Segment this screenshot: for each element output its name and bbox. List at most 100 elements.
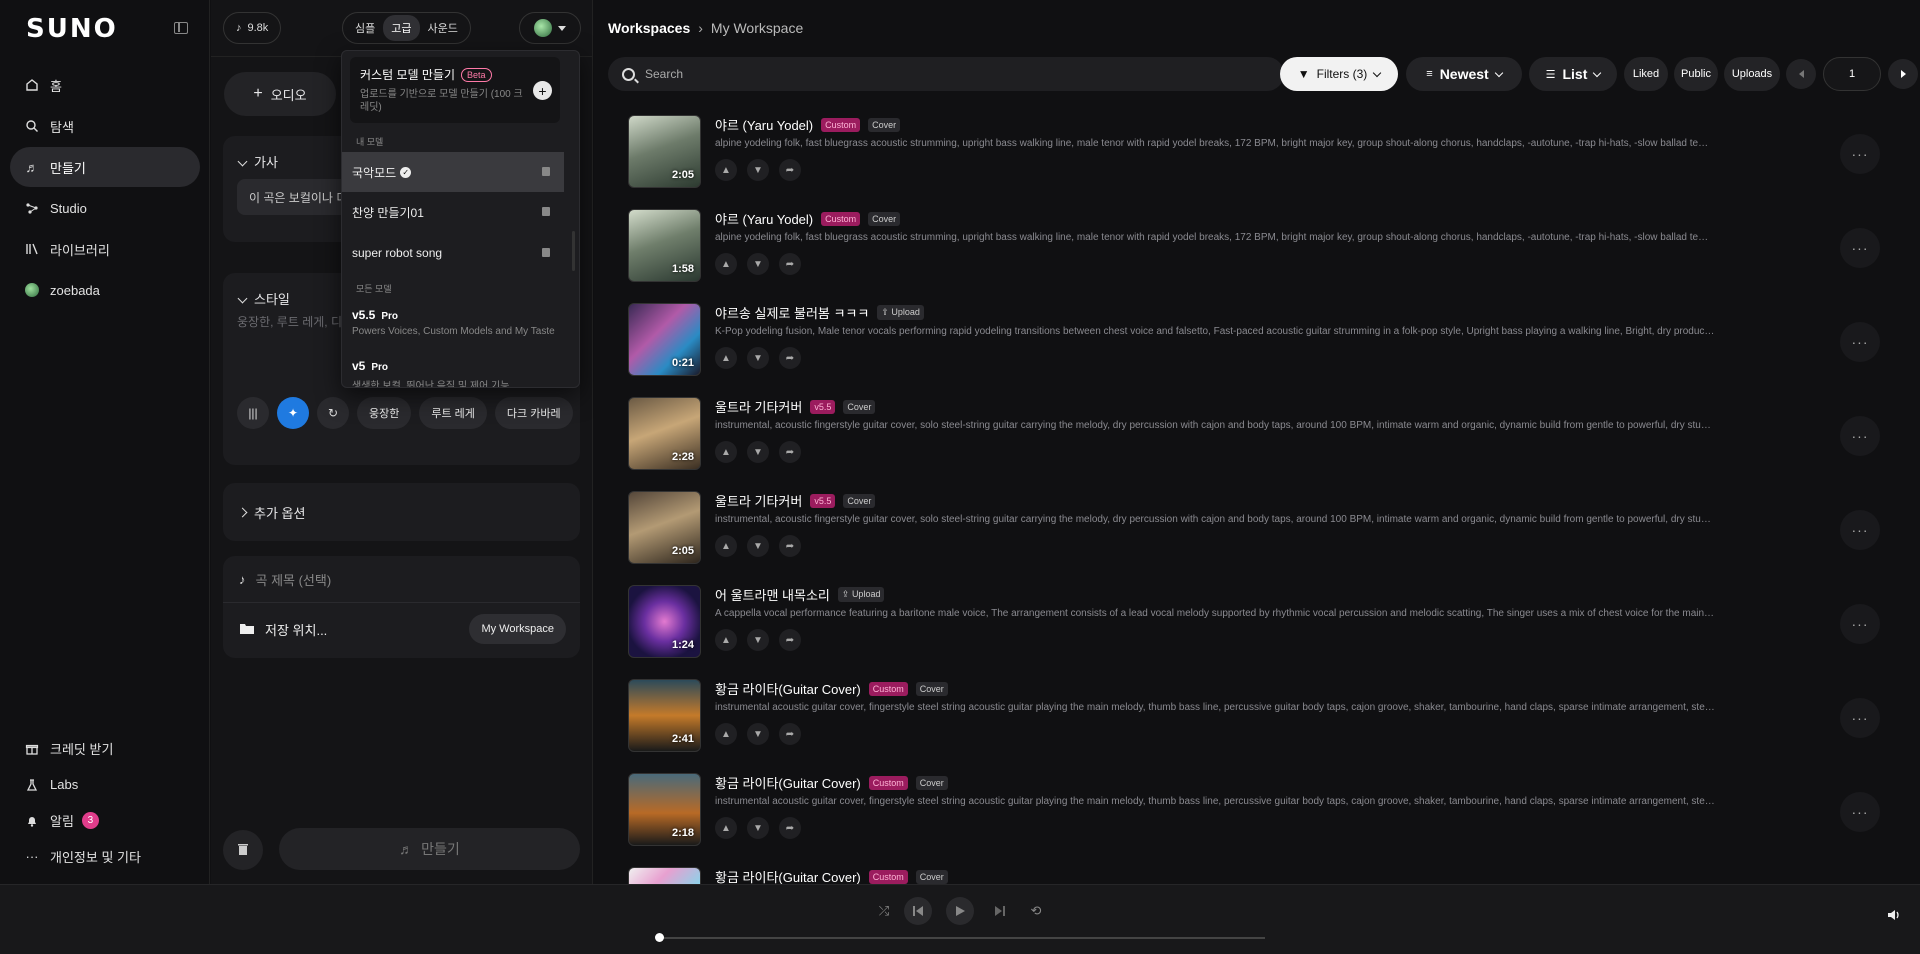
sidebar-collapse-icon[interactable] bbox=[174, 22, 188, 34]
song-cover[interactable]: 1:24 bbox=[628, 585, 701, 658]
credits-button[interactable]: ♪ 9.8k bbox=[223, 12, 282, 44]
mode-sound[interactable]: 사운드 bbox=[420, 15, 466, 41]
more-options-button[interactable]: ··· bbox=[1840, 510, 1880, 550]
thumbs-up-icon[interactable]: ▲ bbox=[715, 629, 737, 651]
thumbs-up-icon[interactable]: ▲ bbox=[715, 253, 737, 275]
thumbs-down-icon[interactable]: ▼ bbox=[747, 159, 769, 181]
song-cover[interactable]: 2:28 bbox=[628, 397, 701, 470]
next-track-button[interactable] bbox=[988, 899, 1012, 923]
thumbs-up-icon[interactable]: ▲ bbox=[715, 535, 737, 557]
song-title[interactable]: 황금 라이타(Guitar Cover) bbox=[715, 773, 861, 792]
repeat-icon[interactable]: ⟲ bbox=[1028, 903, 1044, 919]
library-icon[interactable]: ||| bbox=[237, 397, 269, 429]
share-icon[interactable]: ➦ bbox=[779, 441, 801, 463]
song-cover[interactable] bbox=[628, 867, 701, 884]
song-title-field[interactable]: ♪ 곡 제목 (선택) bbox=[239, 570, 331, 589]
sidebar-item-home[interactable]: 홈 bbox=[10, 65, 200, 105]
thumbs-down-icon[interactable]: ▼ bbox=[747, 723, 769, 745]
song-row[interactable]: 1:24 어 울트라맨 내목소리 ⇪ Upload A cappella voca… bbox=[594, 578, 1920, 672]
magic-wand-icon[interactable]: ✦ bbox=[277, 397, 309, 429]
model-item[interactable]: 찬양 만들기01 bbox=[342, 192, 564, 232]
song-row[interactable]: 2:05 울트라 기타커버 v5.5 Cover instrumental, aco… bbox=[594, 484, 1920, 578]
breadcrumb-root[interactable]: Workspaces bbox=[608, 20, 690, 36]
song-row[interactable]: 0:21 야르송 실제로 불러봄 ㅋㅋㅋ ⇪ Upload K-Pop yodel… bbox=[594, 296, 1920, 390]
more-options-button[interactable]: ··· bbox=[1840, 228, 1880, 268]
sort-button[interactable]: ≡ Newest bbox=[1406, 57, 1522, 91]
trash-icon[interactable] bbox=[542, 207, 550, 216]
thumbs-up-icon[interactable]: ▲ bbox=[715, 817, 737, 839]
share-icon[interactable]: ➦ bbox=[779, 535, 801, 557]
song-row[interactable]: 1:58 야르 (Yaru Yodel) Custom Cover alpine y… bbox=[594, 202, 1920, 296]
model-item[interactable]: super robot song bbox=[342, 233, 564, 273]
refresh-icon[interactable]: ↻ bbox=[317, 397, 349, 429]
song-row[interactable]: 2:05 야르 (Yaru Yodel) Custom Cover alpine y… bbox=[594, 108, 1920, 202]
more-options-button[interactable]: ··· bbox=[1840, 698, 1880, 738]
prev-page-button[interactable] bbox=[1786, 59, 1816, 89]
mode-simple[interactable]: 심플 bbox=[347, 15, 383, 41]
scrollbar[interactable] bbox=[572, 231, 575, 271]
suno-logo[interactable]: SUNO bbox=[26, 14, 118, 44]
progress-track[interactable] bbox=[659, 937, 1265, 939]
thumbs-up-icon[interactable]: ▲ bbox=[715, 723, 737, 745]
previous-track-button[interactable] bbox=[904, 897, 932, 925]
liked-filter[interactable]: Liked bbox=[1624, 57, 1668, 91]
song-row[interactable]: 2:41 황금 라이타(Guitar Cover) Custom Cover ins… bbox=[594, 672, 1920, 766]
add-audio-button[interactable]: + 오디오 bbox=[224, 72, 336, 116]
model-option-v5[interactable]: v5 Pro 생생한 보컬, 뛰어난 음질 및 제어 기능 bbox=[352, 359, 509, 387]
song-cover[interactable]: 2:18 bbox=[628, 773, 701, 846]
progress-knob[interactable] bbox=[655, 933, 664, 942]
volume-icon[interactable] bbox=[1886, 907, 1902, 923]
more-options-button[interactable]: ··· bbox=[1840, 322, 1880, 362]
create-button[interactable]: ♬ 만들기 bbox=[279, 828, 580, 870]
search-input[interactable]: Search bbox=[608, 57, 1284, 91]
more-options-button[interactable]: ··· bbox=[1840, 604, 1880, 644]
sidebar-item-profile[interactable]: zoebada bbox=[10, 270, 200, 310]
song-title[interactable]: 야르송 실제로 불러봄 ㅋㅋㅋ bbox=[715, 303, 869, 322]
more-options-button[interactable]: ··· bbox=[1840, 792, 1880, 832]
thumbs-down-icon[interactable]: ▼ bbox=[747, 817, 769, 839]
song-title[interactable]: 야르 (Yaru Yodel) bbox=[715, 209, 813, 228]
more-options-button[interactable]: ··· bbox=[1840, 416, 1880, 456]
trash-icon[interactable] bbox=[542, 248, 550, 257]
thumbs-down-icon[interactable]: ▼ bbox=[747, 253, 769, 275]
filters-button[interactable]: ▼ Filters (3) bbox=[1280, 57, 1398, 91]
clear-button[interactable] bbox=[223, 830, 263, 870]
thumbs-down-icon[interactable]: ▼ bbox=[747, 347, 769, 369]
sidebar-item-library[interactable]: 라이브러리 bbox=[10, 229, 200, 269]
share-icon[interactable]: ➦ bbox=[779, 347, 801, 369]
mode-advanced[interactable]: 고급 bbox=[383, 15, 420, 41]
model-option-v55[interactable]: v5.5 Pro Powers Voices, Custom Models and… bbox=[352, 308, 555, 337]
more-options-card[interactable]: 추가 옵션 bbox=[223, 483, 580, 541]
sidebar-item-get-credits[interactable]: 크레딧 받기 bbox=[10, 731, 200, 766]
share-icon[interactable]: ➦ bbox=[779, 629, 801, 651]
style-chip[interactable]: 웅장한 bbox=[357, 397, 412, 429]
thumbs-up-icon[interactable]: ▲ bbox=[715, 159, 737, 181]
style-input[interactable]: 웅장한, 루트 레게, 디 bbox=[237, 313, 342, 330]
play-button[interactable] bbox=[946, 897, 974, 925]
model-selector-button[interactable] bbox=[519, 12, 581, 44]
song-row[interactable]: 2:28 울트라 기타커버 v5.5 Cover instrumental, aco… bbox=[594, 390, 1920, 484]
song-row[interactable]: 황금 라이타(Guitar Cover) Custom Cover bbox=[594, 860, 1920, 884]
style-chip[interactable]: 루트 레게 bbox=[419, 397, 487, 429]
shuffle-icon[interactable]: ⤮ bbox=[876, 903, 892, 919]
more-options-button[interactable]: ··· bbox=[1840, 134, 1880, 174]
song-cover[interactable]: 2:05 bbox=[628, 115, 701, 188]
style-chip[interactable]: 다크 카바레 bbox=[494, 397, 573, 429]
song-cover[interactable]: 1:58 bbox=[628, 209, 701, 282]
sidebar-item-explore[interactable]: 탐색 bbox=[10, 106, 200, 146]
thumbs-down-icon[interactable]: ▼ bbox=[747, 441, 769, 463]
song-title[interactable]: 울트라 기타커버 bbox=[715, 491, 802, 510]
workspace-select[interactable]: My Workspace bbox=[469, 614, 566, 644]
thumbs-down-icon[interactable]: ▼ bbox=[747, 535, 769, 557]
song-title[interactable]: 황금 라이타(Guitar Cover) bbox=[715, 867, 861, 884]
share-icon[interactable]: ➦ bbox=[779, 159, 801, 181]
share-icon[interactable]: ➦ bbox=[779, 817, 801, 839]
custom-model-card[interactable]: 커스텀 모델 만들기 Beta 업로드를 기반으로 모델 만들기 (100 크레… bbox=[350, 57, 560, 123]
public-filter[interactable]: Public bbox=[1674, 57, 1718, 91]
song-row[interactable]: 2:18 황금 라이타(Guitar Cover) Custom Cover ins… bbox=[594, 766, 1920, 860]
model-item[interactable]: 국악모드 ✓ bbox=[342, 152, 564, 192]
song-title[interactable]: 어 울트라맨 내목소리 bbox=[715, 585, 830, 604]
share-icon[interactable]: ➦ bbox=[779, 253, 801, 275]
next-page-button[interactable] bbox=[1888, 59, 1918, 89]
thumbs-up-icon[interactable]: ▲ bbox=[715, 347, 737, 369]
